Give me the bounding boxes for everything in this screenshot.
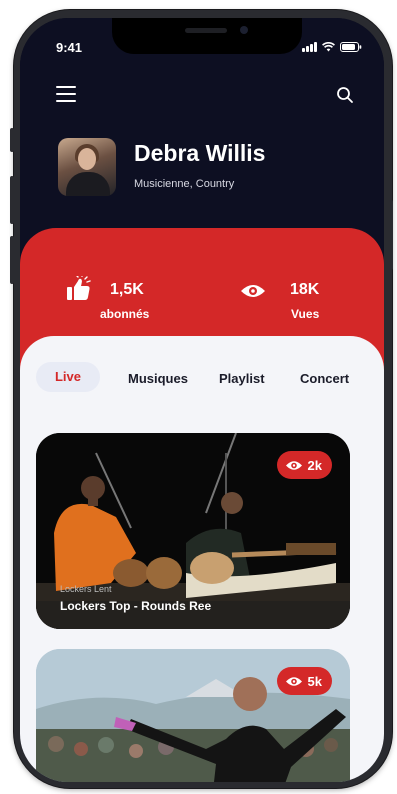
views-badge: 5k (276, 667, 332, 695)
volume-up-button (10, 176, 14, 224)
phone-screen: 9:41 Debra Willis Musicienne, Country 1,… (20, 18, 384, 782)
signal-icon (302, 42, 317, 52)
live-card[interactable]: 5k (36, 649, 350, 782)
profile-subtitle: Musicienne, Country (134, 178, 235, 190)
notch (112, 18, 302, 54)
battery-icon (340, 42, 362, 52)
status-icons (302, 42, 362, 52)
thumbs-up-icon (67, 276, 91, 300)
tab-musiques[interactable]: Musiques (128, 371, 188, 386)
avatar[interactable] (58, 138, 116, 196)
live-card[interactable]: 2k Lockers Lent Lockers Top - Rounds Ree (36, 433, 350, 629)
profile-name: Debra Willis (134, 140, 266, 166)
card-title: Lockers Top - Rounds Ree (60, 599, 212, 613)
eye-icon (285, 460, 302, 470)
card-subtitle: Lockers Lent (60, 584, 112, 594)
followers-count: 1,5K (110, 281, 144, 298)
content-panel: Live Musiques Playlist Concert 2k Locker… (20, 336, 384, 782)
tab-live[interactable]: Live (36, 362, 100, 392)
views-count: 18K (290, 281, 320, 298)
tab-playlist[interactable]: Playlist (219, 371, 265, 386)
followers-label: abonnés (100, 307, 150, 321)
views-label: Vues (291, 307, 320, 321)
search-icon[interactable] (336, 86, 354, 104)
status-time: 9:41 (56, 40, 83, 55)
eye-icon (241, 285, 265, 297)
speaker (185, 28, 227, 33)
views-count: 5k (307, 673, 322, 689)
profile-header: 9:41 Debra Willis Musicienne, Country (20, 18, 384, 263)
camera (240, 26, 248, 34)
views-badge: 2k (276, 451, 332, 479)
volume-down-button (10, 236, 14, 284)
menu-icon[interactable] (56, 86, 76, 102)
power-button (389, 200, 393, 270)
views-count: 2k (307, 457, 322, 473)
wifi-icon (322, 42, 335, 52)
tab-concert[interactable]: Concert (300, 371, 349, 386)
mute-switch (10, 128, 14, 152)
eye-icon (285, 676, 302, 686)
